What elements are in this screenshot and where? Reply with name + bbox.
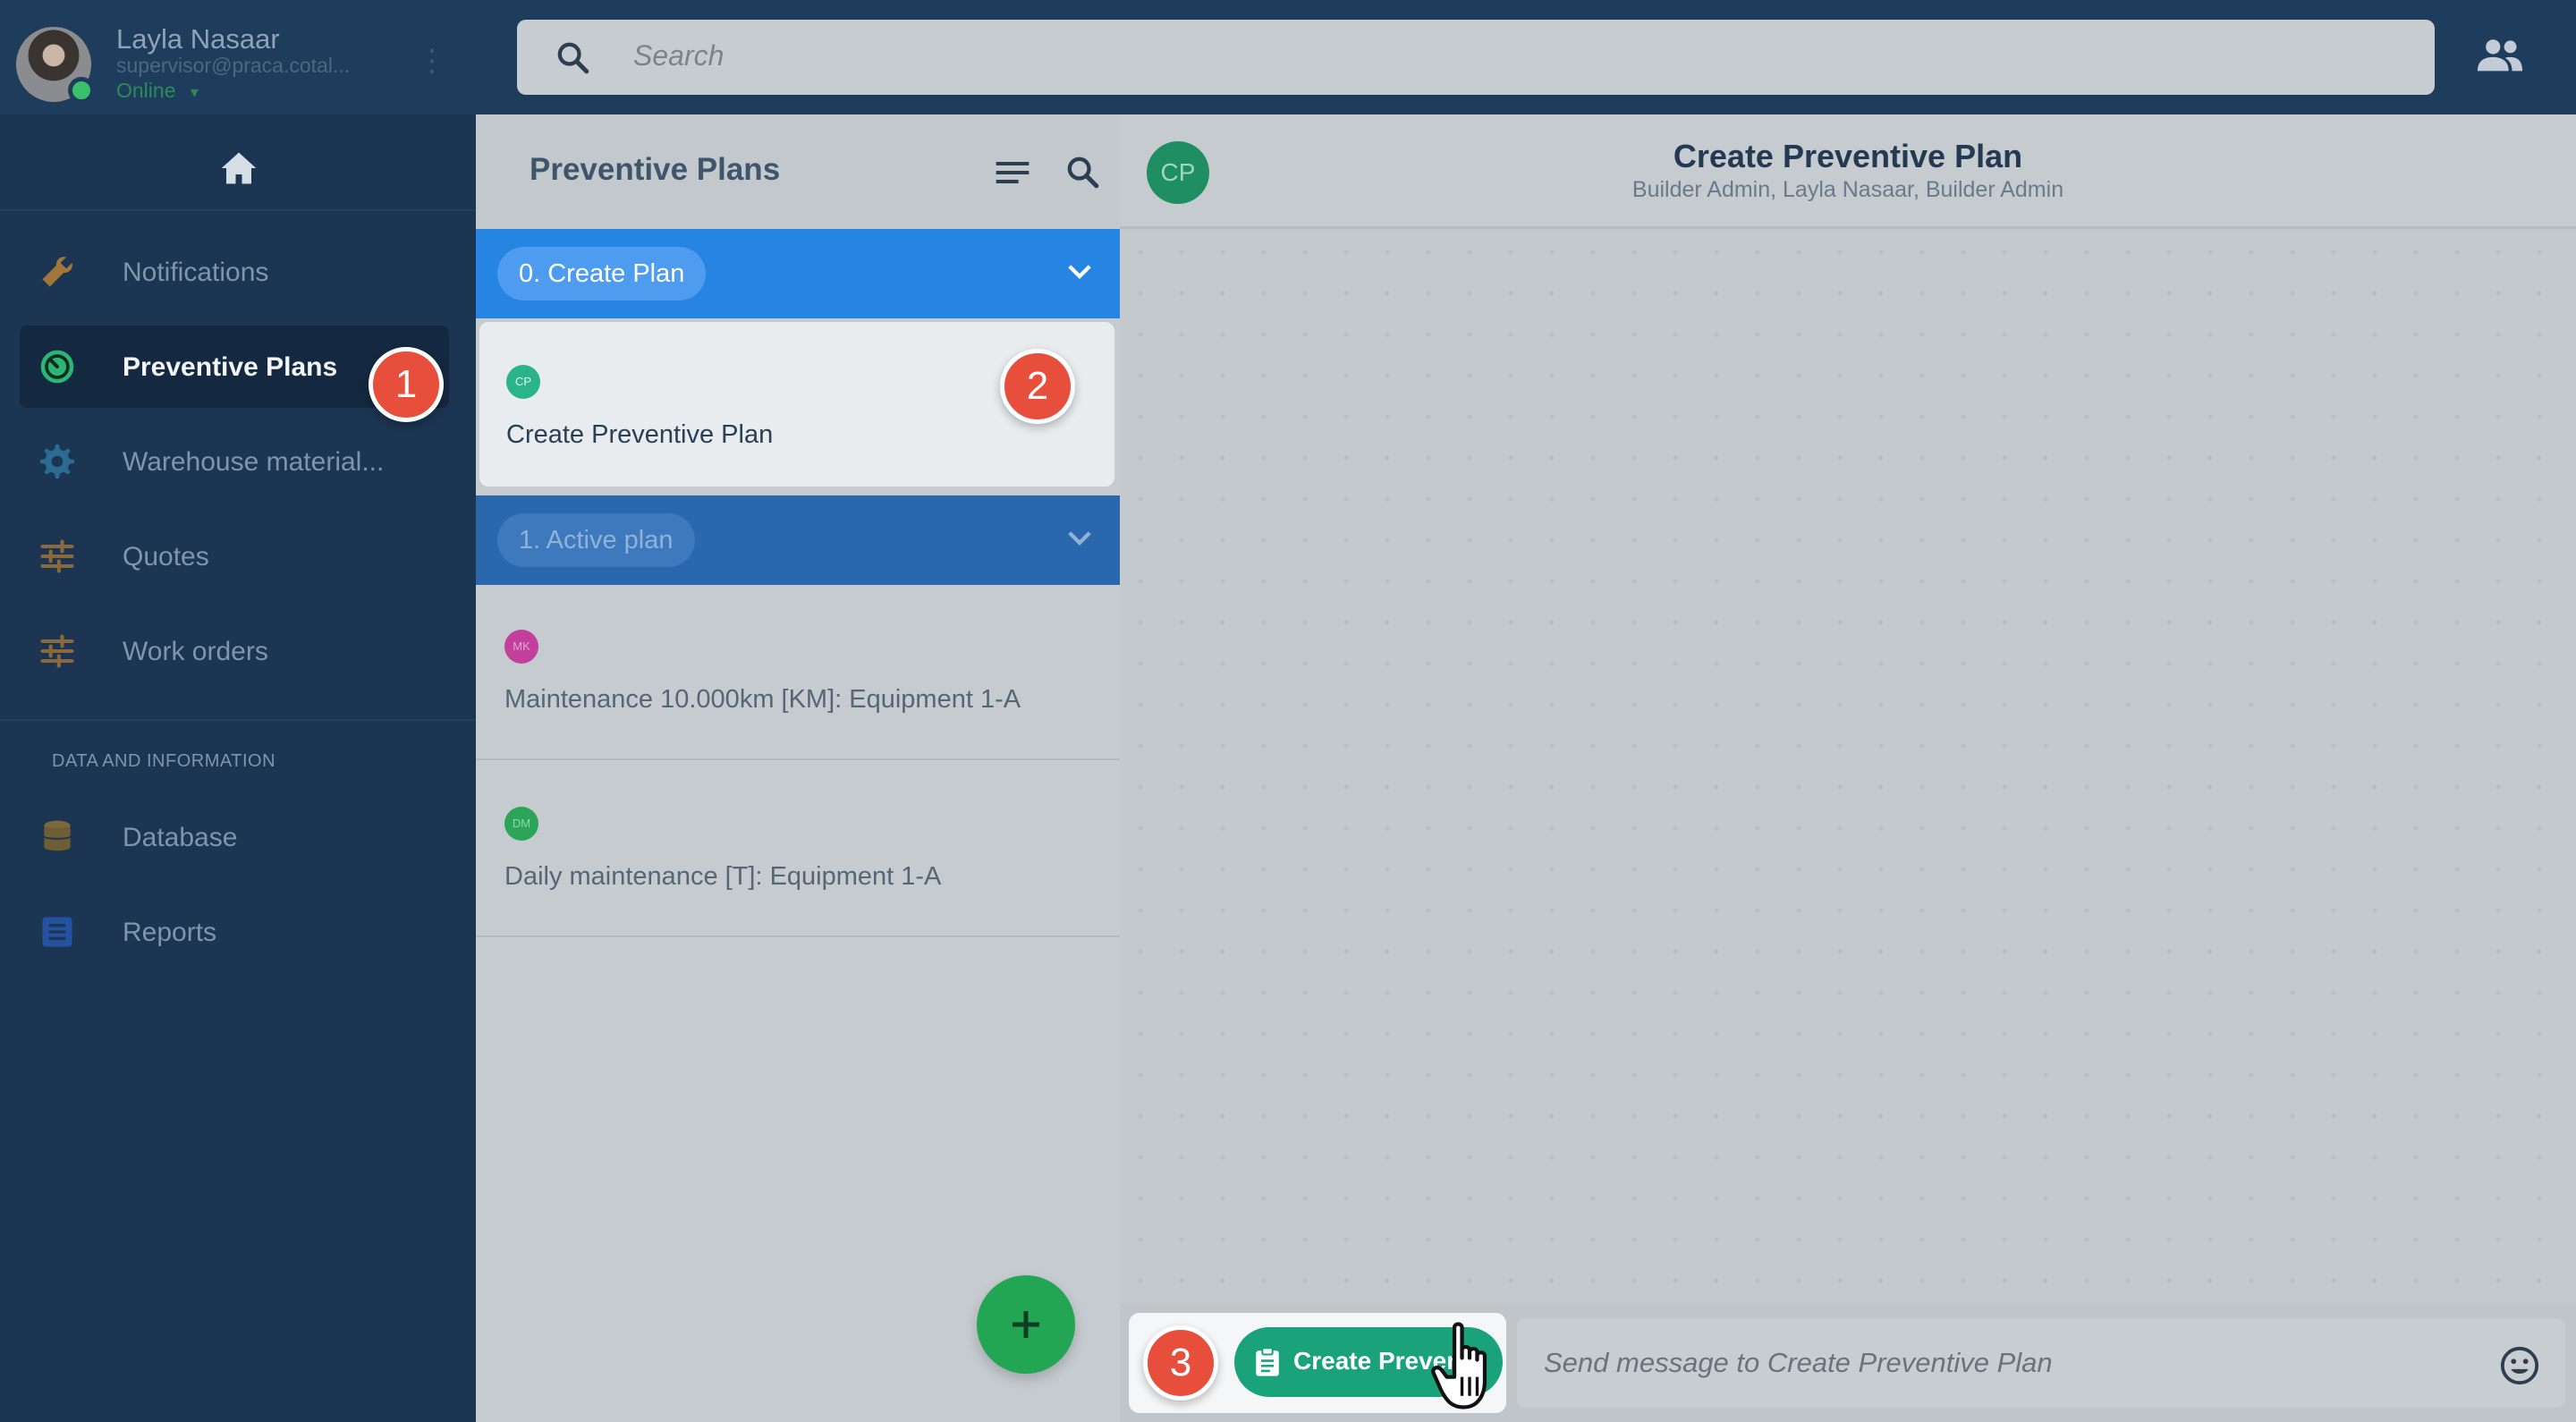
sidebar-item-label: Database (123, 823, 238, 852)
sidebar-item-notifications[interactable]: Notifications (20, 231, 449, 313)
more-options-icon[interactable]: ⋮ (417, 43, 447, 79)
group-header-active-plan[interactable]: 1. Active plan (476, 495, 1120, 585)
item-avatar: DM (504, 807, 538, 841)
search-input[interactable]: Search (633, 39, 724, 72)
sidebar-item-database[interactable]: Database (20, 796, 449, 878)
chat-header: CP Create Preventive Plan Builder Admin,… (1120, 114, 2576, 229)
sidebar-item-label: Preventive Plans (123, 352, 338, 382)
sidebar-item-label: Quotes (123, 542, 209, 571)
gear-icon (39, 444, 75, 479)
step-badge-2: 2 (1000, 349, 1075, 424)
user-email: supervisor@praca.cotal... (116, 54, 351, 77)
sidebar-item-warehouse-material[interactable]: Warehouse material... (20, 420, 449, 503)
timer-icon (40, 350, 74, 384)
user-name: Layla Nasaar (116, 23, 280, 55)
sliders-icon (40, 634, 74, 668)
sidebar-item-work-orders[interactable]: Work orders (20, 610, 449, 692)
sort-menu-icon[interactable] (995, 159, 1030, 186)
group-label: 0. Create Plan (497, 247, 707, 300)
search-icon[interactable] (1064, 154, 1100, 190)
chevron-down-icon[interactable] (1066, 528, 1093, 549)
chat-messages-area (1120, 232, 2576, 1305)
chevron-down-icon[interactable] (1066, 261, 1093, 283)
home-row (0, 129, 476, 211)
user-profile[interactable]: Layla Nasaar supervisor@praca.cotal... O… (16, 23, 463, 106)
sidebar-item-reports[interactable]: Reports (20, 891, 449, 973)
list-item[interactable]: MK Maintenance 10.000km [KM]: Equipment … (476, 585, 1120, 760)
contacts-icon[interactable] (2476, 38, 2524, 73)
chat-panel: CP Create Preventive Plan Builder Admin,… (1120, 114, 2576, 1422)
sidebar-item-label: Notifications (123, 258, 269, 287)
clipboard-icon (1256, 1347, 1279, 1376)
chat-participants: Builder Admin, Layla Nasaar, Builder Adm… (1631, 177, 2064, 202)
sidebar-item-label: Warehouse material... (123, 447, 385, 477)
search-icon (557, 42, 589, 74)
emoji-icon[interactable] (2499, 1345, 2540, 1386)
database-icon (44, 820, 71, 851)
wrench-icon (42, 257, 72, 287)
add-plan-button[interactable] (977, 1275, 1075, 1374)
group-label: 1. Active plan (497, 513, 695, 567)
top-bar: Layla Nasaar supervisor@praca.cotal... O… (0, 0, 2576, 114)
search-bar[interactable]: Search (517, 20, 2435, 95)
message-input[interactable] (1517, 1318, 2565, 1408)
list-title: Preventive Plans (530, 152, 781, 187)
step-badge-1: 1 (369, 347, 444, 422)
item-title: Daily maintenance [T]: Equipment 1-A (504, 862, 942, 891)
list-icon (42, 917, 72, 947)
hand-cursor-icon (1431, 1322, 1487, 1409)
item-title: Create Preventive Plan (506, 420, 774, 449)
sidebar-item-label: Reports (123, 918, 217, 947)
plus-icon (1013, 1311, 1039, 1338)
sidebar-divider (0, 719, 476, 721)
user-status-label: Online (116, 79, 176, 102)
status-caret-icon: ▾ (190, 83, 199, 101)
list-item[interactable]: DM Daily maintenance [T]: Equipment 1-A (476, 762, 1120, 937)
step-badge-3: 3 (1143, 1325, 1218, 1401)
item-title: Maintenance 10.000km [KM]: Equipment 1-A (504, 685, 1021, 714)
sidebar-section-label: DATA AND INFORMATION (52, 751, 276, 771)
chat-title: Create Preventive Plan (1673, 138, 2023, 174)
list-header: Preventive Plans (476, 114, 1120, 229)
sidebar-item-quotes[interactable]: Quotes (20, 515, 449, 597)
item-avatar: MK (504, 630, 538, 664)
user-status[interactable]: Online ▾ (116, 79, 199, 103)
home-icon[interactable] (220, 150, 258, 186)
group-header-create-plan[interactable]: 0. Create Plan (476, 229, 1120, 318)
sidebar-item-label: Work orders (123, 637, 268, 666)
online-status-dot (68, 77, 95, 104)
item-avatar: CP (506, 365, 540, 399)
plans-list-panel: Preventive Plans 0. Create Plan CP Creat… (476, 114, 1120, 1422)
sidebar: Notifications Preventive Plans Warehouse… (0, 114, 476, 1422)
sliders-icon (40, 539, 74, 573)
